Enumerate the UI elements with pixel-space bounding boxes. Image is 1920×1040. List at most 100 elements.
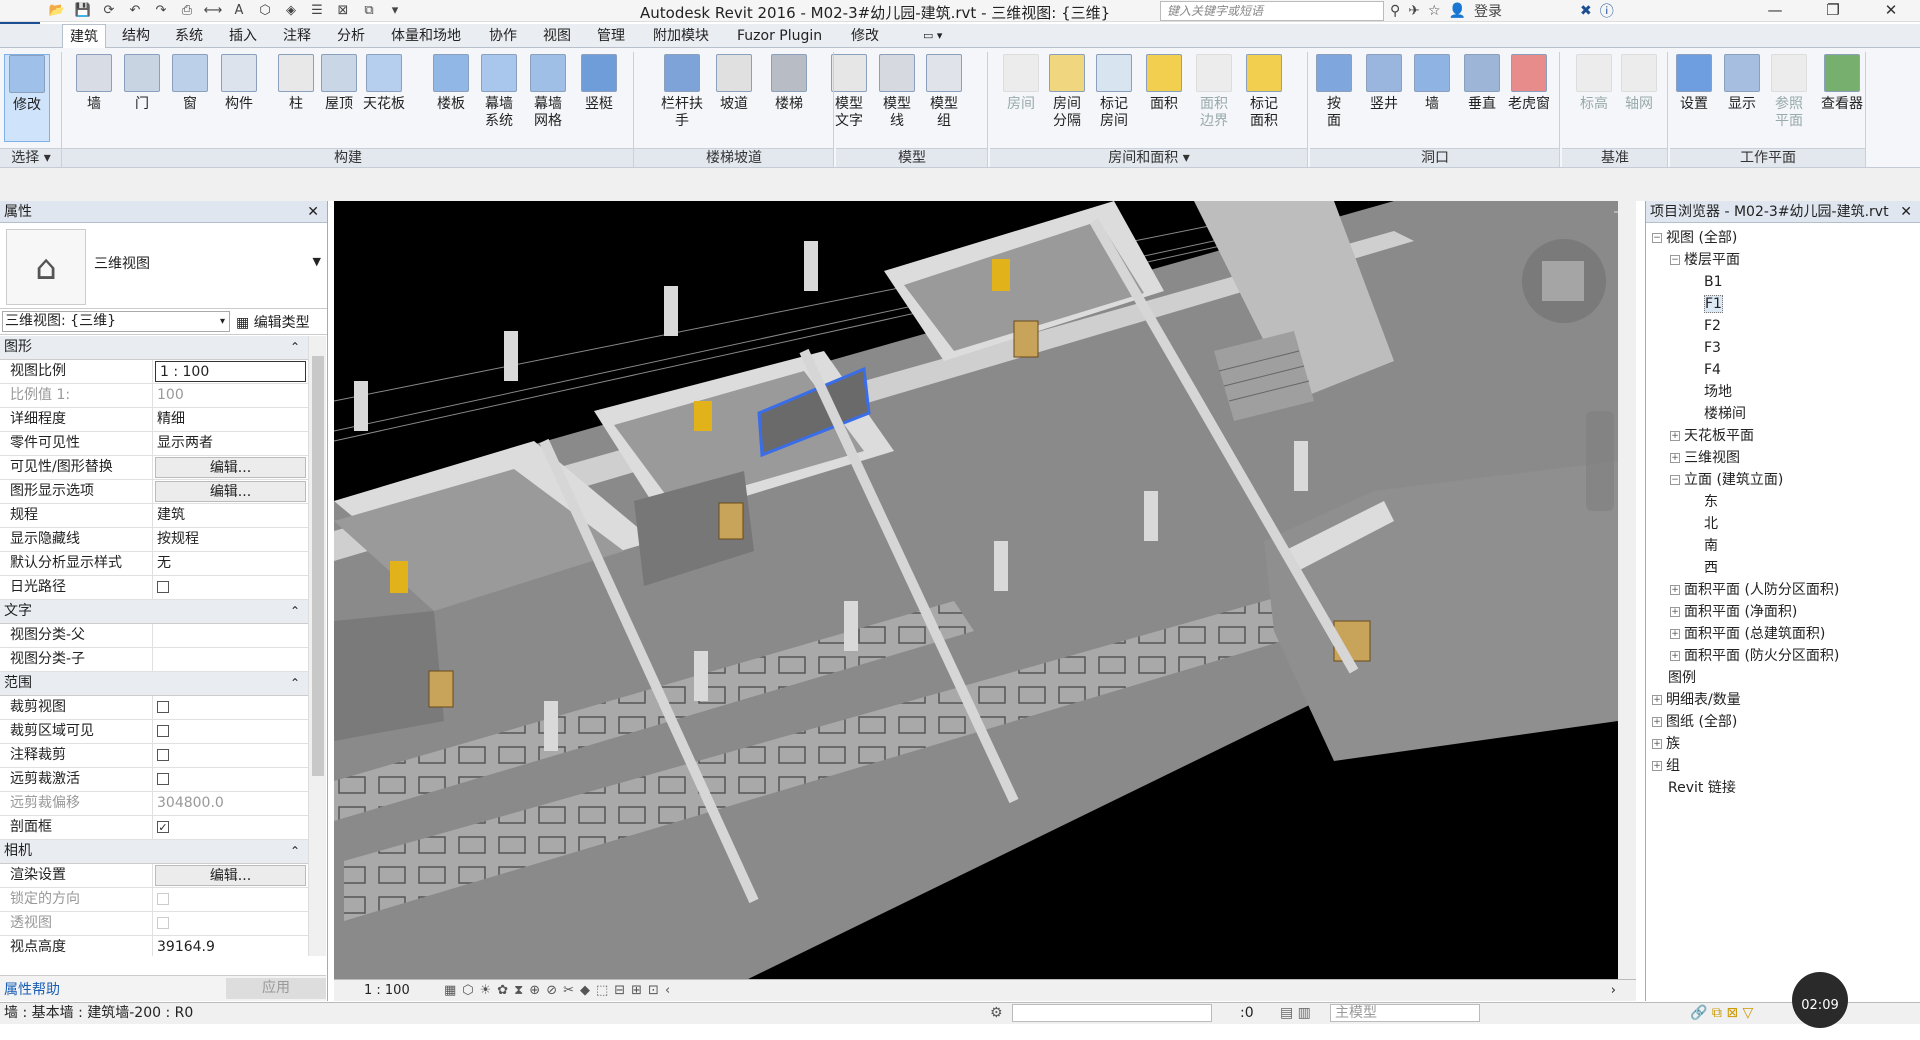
ribbon-panel-label[interactable]: 洞口 — [1310, 148, 1560, 167]
viewport-vertical-scrollbar[interactable] — [1618, 201, 1636, 981]
property-group[interactable]: 文字 ⌃ — [0, 600, 308, 624]
property-value[interactable]: 显示两者 — [153, 432, 308, 455]
property-edit-button[interactable]: 编辑... — [155, 481, 306, 502]
browser-node[interactable]: − 视图 (全部) — [1646, 227, 1920, 249]
ribbon-button-22[interactable]: 面积 边界 — [1190, 54, 1238, 130]
tab-systems[interactable]: 系统 — [168, 24, 210, 48]
property-checkbox[interactable]: ✓ — [157, 821, 169, 833]
expand-icon[interactable]: + — [1652, 761, 1662, 771]
expand-icon[interactable]: + — [1670, 585, 1680, 595]
property-input[interactable]: 1 : 100 — [155, 361, 306, 382]
navigation-bar[interactable] — [1586, 411, 1614, 511]
ribbon-panel-label[interactable]: 模型 — [836, 148, 988, 167]
ribbon-button-18[interactable]: 房间 — [997, 54, 1045, 113]
tab-annotate[interactable]: 注释 — [276, 24, 318, 48]
browser-node[interactable]: + 图纸 (全部) — [1646, 711, 1920, 733]
browser-node[interactable]: 楼梯间 — [1646, 403, 1920, 425]
property-checkbox[interactable] — [157, 725, 169, 737]
measure-icon[interactable]: ⟷ — [202, 2, 224, 20]
tab-manage[interactable]: 管理 — [590, 24, 632, 48]
thin-lines-icon[interactable]: ☰ — [306, 2, 328, 20]
close-icon[interactable]: ✕ — [307, 201, 319, 223]
tab-modify[interactable]: 修改 — [844, 24, 886, 48]
3d-view-icon[interactable]: ⬡ — [254, 2, 276, 20]
browser-node[interactable]: + 组 — [1646, 755, 1920, 777]
binoculars-icon[interactable]: ⚲ — [1390, 3, 1400, 19]
scroll-thumb[interactable] — [312, 356, 324, 776]
ribbon-button-33[interactable]: 参照 平面 — [1765, 54, 1813, 130]
browser-node[interactable]: + 天花板平面 — [1646, 425, 1920, 447]
property-group[interactable]: 范围 ⌃ — [0, 672, 308, 696]
ribbon-button-5[interactable]: 柱 — [272, 54, 320, 113]
ribbon-button-6[interactable]: 屋顶 — [315, 54, 363, 113]
ribbon-button-32[interactable]: 显示 — [1718, 54, 1766, 113]
ribbon-button-1[interactable]: 墙 — [70, 54, 118, 113]
tab-architecture[interactable]: 建筑 — [62, 24, 106, 49]
browser-node[interactable]: F2 — [1646, 315, 1920, 337]
collapse-icon[interactable]: − — [1670, 475, 1680, 485]
ribbon-button-12[interactable]: 栏杆扶手 — [658, 54, 706, 130]
ribbon-button-13[interactable]: 坡道 — [710, 54, 758, 113]
restore-button[interactable]: ❐ — [1804, 0, 1862, 22]
ribbon-button-2[interactable]: 门 — [118, 54, 166, 113]
open-icon[interactable]: 📂 — [46, 2, 68, 20]
expand-icon[interactable]: + — [1670, 651, 1680, 661]
tab-fuzor-plugin[interactable]: Fuzor Plugin — [730, 24, 829, 48]
undo-icon[interactable]: ↶ — [124, 2, 146, 20]
tab-insert[interactable]: 插入 — [222, 24, 264, 48]
expand-icon[interactable]: + — [1652, 695, 1662, 705]
selection-toggle-icons[interactable]: 🔗 ⧉ ⊠ ▽ — [1690, 1003, 1753, 1024]
ribbon-panel-label[interactable]: 楼梯坡道 — [634, 148, 834, 167]
filter-icon[interactable]: ▤ ▥ — [1280, 1003, 1311, 1024]
expand-icon[interactable]: + — [1670, 629, 1680, 639]
browser-node[interactable]: + 面积平面 (人防分区面积) — [1646, 579, 1920, 601]
property-group[interactable]: 相机 ⌃ — [0, 840, 308, 864]
ribbon-button-21[interactable]: 面积 — [1140, 54, 1188, 113]
ribbon-panel-label[interactable]: 选择 ▾ — [0, 148, 62, 167]
ribbon-button-0[interactable]: 修改 — [4, 54, 50, 142]
ribbon-button-30[interactable]: 轴网 — [1615, 54, 1663, 113]
browser-node[interactable]: Revit 链接 — [1646, 777, 1920, 799]
browser-node[interactable]: + 三维视图 — [1646, 447, 1920, 469]
browser-node[interactable]: 北 — [1646, 513, 1920, 535]
property-value[interactable]: 精细 — [153, 408, 308, 431]
property-checkbox[interactable] — [157, 749, 169, 761]
browser-node[interactable]: − 立面 (建筑立面) — [1646, 469, 1920, 491]
property-value[interactable] — [153, 648, 308, 671]
instance-dropdown[interactable]: 三维视图: {三维} ▾ — [2, 311, 230, 332]
user-icon[interactable]: 👤 — [1449, 3, 1466, 19]
tab-collaborate[interactable]: 协作 — [482, 24, 524, 48]
tab-addins[interactable]: 附加模块 — [646, 24, 716, 48]
ribbon-panel-label[interactable]: 基准 — [1562, 148, 1668, 167]
ribbon-button-10[interactable]: 幕墙 网格 — [524, 54, 572, 130]
minimize-button[interactable]: — — [1746, 0, 1804, 22]
collapse-icon[interactable]: − — [1652, 233, 1662, 243]
browser-node[interactable]: F3 — [1646, 337, 1920, 359]
tab-structure[interactable]: 结构 — [115, 24, 157, 48]
login-link[interactable]: 登录 — [1474, 1, 1502, 21]
chevron-down-icon[interactable]: ▼ — [313, 255, 321, 268]
browser-node[interactable]: − 楼层平面 — [1646, 249, 1920, 271]
view-control-icons[interactable]: ▦⬡☀✿⧗⊕⊘✂◆⬚⊟⊞⊡‹ — [444, 980, 676, 1002]
property-edit-button[interactable]: 编辑... — [155, 457, 306, 478]
ribbon-button-7[interactable]: 天花板 — [360, 54, 408, 113]
property-value[interactable]: 39164.9 — [153, 936, 308, 956]
workset-dropdown[interactable] — [1012, 1004, 1212, 1022]
view-scale[interactable]: 1 : 100 — [364, 980, 410, 1002]
search-input[interactable]: 键入关键字或短语 — [1160, 1, 1384, 21]
properties-scrollbar[interactable] — [308, 336, 326, 956]
print-icon[interactable]: ⎙ — [176, 2, 198, 20]
exchange-icon[interactable]: ✖ — [1580, 3, 1592, 19]
expand-icon[interactable]: + — [1670, 431, 1680, 441]
collapse-icon[interactable]: ⌃ — [290, 336, 300, 359]
help-icon[interactable]: ⓘ — [1600, 1, 1614, 21]
close-button[interactable]: ✕ — [1862, 0, 1920, 22]
close-hidden-icon[interactable]: ⊠ — [332, 2, 354, 20]
section-icon[interactable]: ◈ — [280, 2, 302, 20]
collapse-icon[interactable]: ⌃ — [290, 840, 300, 863]
ribbon-panel-label[interactable]: 工作平面 — [1670, 148, 1866, 167]
browser-node[interactable]: 场地 — [1646, 381, 1920, 403]
collapse-icon[interactable]: − — [1670, 255, 1680, 265]
expand-icon[interactable]: + — [1670, 453, 1680, 463]
type-selector[interactable]: ⌂ 三维视图 ▼ — [0, 223, 327, 309]
